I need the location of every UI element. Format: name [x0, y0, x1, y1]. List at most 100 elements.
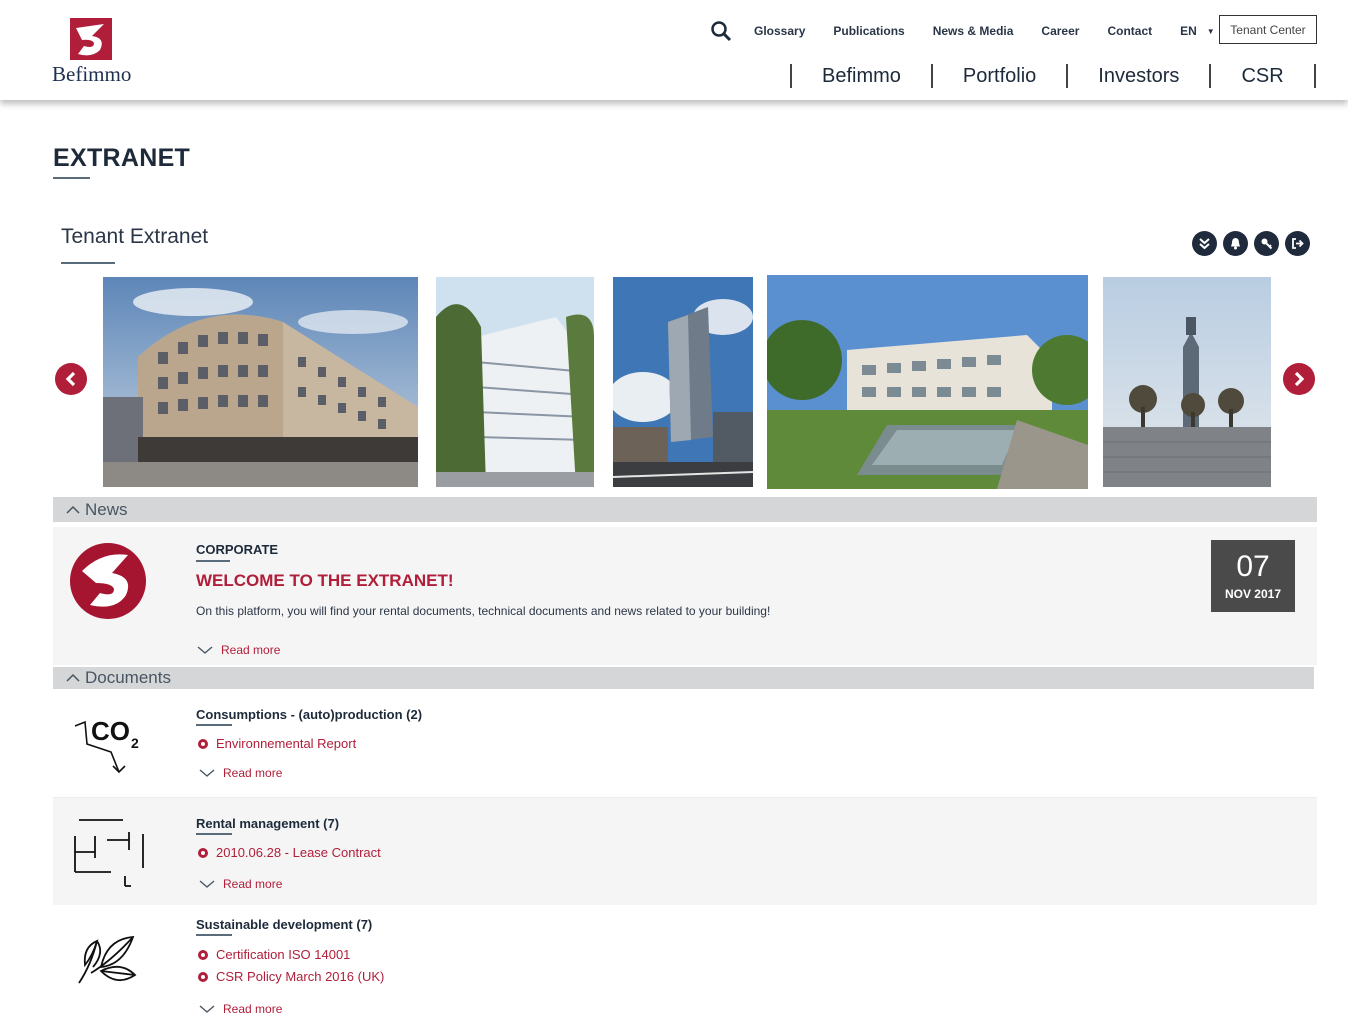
floorplan-icon	[74, 819, 144, 887]
document-link[interactable]: CSR Policy March 2016 (UK)	[198, 969, 384, 984]
building-photo-1	[103, 277, 418, 487]
read-more-label: Read more	[223, 877, 283, 891]
document-link-label: Environnemental Report	[216, 736, 357, 751]
nav-news-media[interactable]: News & Media	[933, 24, 1014, 38]
co2-icon: CO 2	[74, 716, 139, 774]
logo-text: Befimmo	[52, 62, 132, 86]
search-icon[interactable]	[710, 20, 732, 42]
news-item: CORPORATE WELCOME TO THE EXTRANET! On th…	[53, 527, 1317, 665]
carousel-image-building-4[interactable]	[767, 275, 1088, 489]
befimmo-emblem-icon	[70, 543, 146, 619]
section-title: Tenant Extranet	[61, 225, 209, 248]
svg-text:2: 2	[131, 735, 139, 751]
logo-mark-icon	[70, 18, 112, 60]
toolbar	[1192, 231, 1310, 256]
chevron-down-icon	[197, 646, 213, 654]
title-underline	[196, 724, 232, 726]
document-link-label: 2010.06.28 - Lease Contract	[216, 845, 381, 860]
caret-down-icon: ▼	[1206, 26, 1215, 36]
document-bullet-icon	[198, 949, 208, 960]
carousel-next-button[interactable]	[1283, 363, 1315, 395]
documents-section-toggle[interactable]: Documents	[53, 667, 1314, 689]
document-bullet-icon	[198, 971, 208, 982]
title-underline	[196, 833, 232, 835]
chevron-left-icon	[65, 371, 76, 387]
documents-read-more-link[interactable]: Read more	[198, 1002, 282, 1016]
page-title: EXTRANET	[53, 144, 191, 172]
read-more-label: Read more	[223, 766, 283, 780]
carousel-image-building-3[interactable]	[613, 277, 753, 487]
carousel-image-building-1[interactable]	[103, 277, 418, 487]
document-category-sustainable: Sustainable development (7) Certificatio…	[53, 905, 1317, 1026]
news-description: On this platform, you will find your ren…	[196, 604, 771, 618]
document-category-title[interactable]: Rental management (7)	[196, 816, 339, 831]
documents-read-more-link[interactable]: Read more	[198, 766, 282, 780]
news-read-more-link[interactable]: Read more	[196, 643, 280, 657]
documents-read-more-link[interactable]: Read more	[198, 877, 282, 891]
nav-contact[interactable]: Contact	[1107, 24, 1152, 38]
document-category-title[interactable]: Consumptions - (auto)production (2)	[196, 707, 422, 722]
building-photo-5	[1103, 277, 1271, 487]
news-section-label: News	[85, 499, 128, 519]
document-category-rental: Rental management (7) 2010.06.28 - Lease…	[53, 797, 1317, 905]
document-link-label: CSR Policy March 2016 (UK)	[216, 969, 385, 984]
chevron-right-icon	[1294, 371, 1305, 387]
logout-icon	[1292, 238, 1304, 249]
carousel-prev-button[interactable]	[55, 363, 87, 395]
read-more-label: Read more	[223, 1002, 283, 1016]
read-more-label: Read more	[221, 643, 281, 657]
main-navigation: Befimmo Portfolio Investors CSR	[790, 62, 1316, 90]
nav-glossary[interactable]: Glossary	[754, 24, 805, 38]
carousel-image-building-2[interactable]	[436, 277, 594, 487]
document-link[interactable]: 2010.06.28 - Lease Contract	[198, 845, 381, 860]
nav-career[interactable]: Career	[1041, 24, 1079, 38]
double-chevron-down-icon	[1199, 238, 1210, 250]
chevron-down-icon	[199, 880, 215, 888]
news-date-badge: 07 NOV 2017	[1211, 540, 1295, 612]
key-icon	[1261, 238, 1273, 250]
leaf-icon	[78, 935, 137, 984]
top-navigation: Glossary Publications News & Media Caree…	[710, 18, 1235, 44]
expand-all-button[interactable]	[1192, 231, 1217, 256]
date-day: 07	[1236, 550, 1270, 583]
building-photo-2	[436, 277, 594, 487]
news-section-toggle[interactable]: News	[53, 497, 1317, 522]
news-title[interactable]: WELCOME TO THE EXTRANET!	[196, 571, 454, 591]
date-month-year: NOV 2017	[1224, 587, 1282, 601]
building-photo-4	[767, 275, 1088, 489]
document-category-title[interactable]: Sustainable development (7)	[196, 917, 372, 932]
subtitle-underline	[61, 262, 115, 264]
document-link[interactable]: Certification ISO 14001	[198, 947, 350, 962]
chevron-up-icon	[66, 505, 80, 514]
notifications-button[interactable]	[1223, 231, 1248, 256]
site-header: Befimmo Glossary Publications News & Med…	[0, 0, 1348, 100]
language-selector[interactable]: EN ▼	[1180, 24, 1215, 38]
document-bullet-icon	[198, 738, 208, 749]
chevron-up-icon	[66, 673, 80, 682]
main-nav-befimmo[interactable]: Befimmo	[792, 65, 931, 88]
main-nav-csr[interactable]: CSR	[1211, 65, 1313, 88]
building-photo-3	[613, 277, 753, 487]
bell-icon	[1231, 238, 1240, 250]
document-category-consumptions: CO 2 Consumptions - (auto)production (2)…	[53, 690, 1317, 797]
svg-text:CO: CO	[91, 716, 130, 746]
key-button[interactable]	[1254, 231, 1279, 256]
document-link[interactable]: Environnemental Report	[198, 736, 356, 751]
befimmo-logo[interactable]: Befimmo	[52, 18, 142, 88]
main-nav-investors[interactable]: Investors	[1068, 65, 1209, 88]
title-underline	[53, 177, 90, 179]
main-nav-portfolio[interactable]: Portfolio	[933, 65, 1066, 88]
logout-button[interactable]	[1285, 231, 1310, 256]
news-category: CORPORATE	[196, 542, 279, 557]
category-underline	[196, 560, 230, 562]
nav-publications[interactable]: Publications	[833, 24, 904, 38]
documents-section-label: Documents	[85, 668, 171, 687]
chevron-down-icon	[199, 769, 215, 777]
tenant-center-button[interactable]: Tenant Center	[1219, 15, 1317, 44]
carousel-image-building-5[interactable]	[1103, 277, 1271, 487]
title-underline	[196, 934, 232, 936]
chevron-down-icon	[199, 1005, 215, 1013]
document-link-label: Certification ISO 14001	[216, 947, 351, 962]
document-bullet-icon	[198, 847, 208, 858]
nav-divider	[1313, 64, 1316, 88]
